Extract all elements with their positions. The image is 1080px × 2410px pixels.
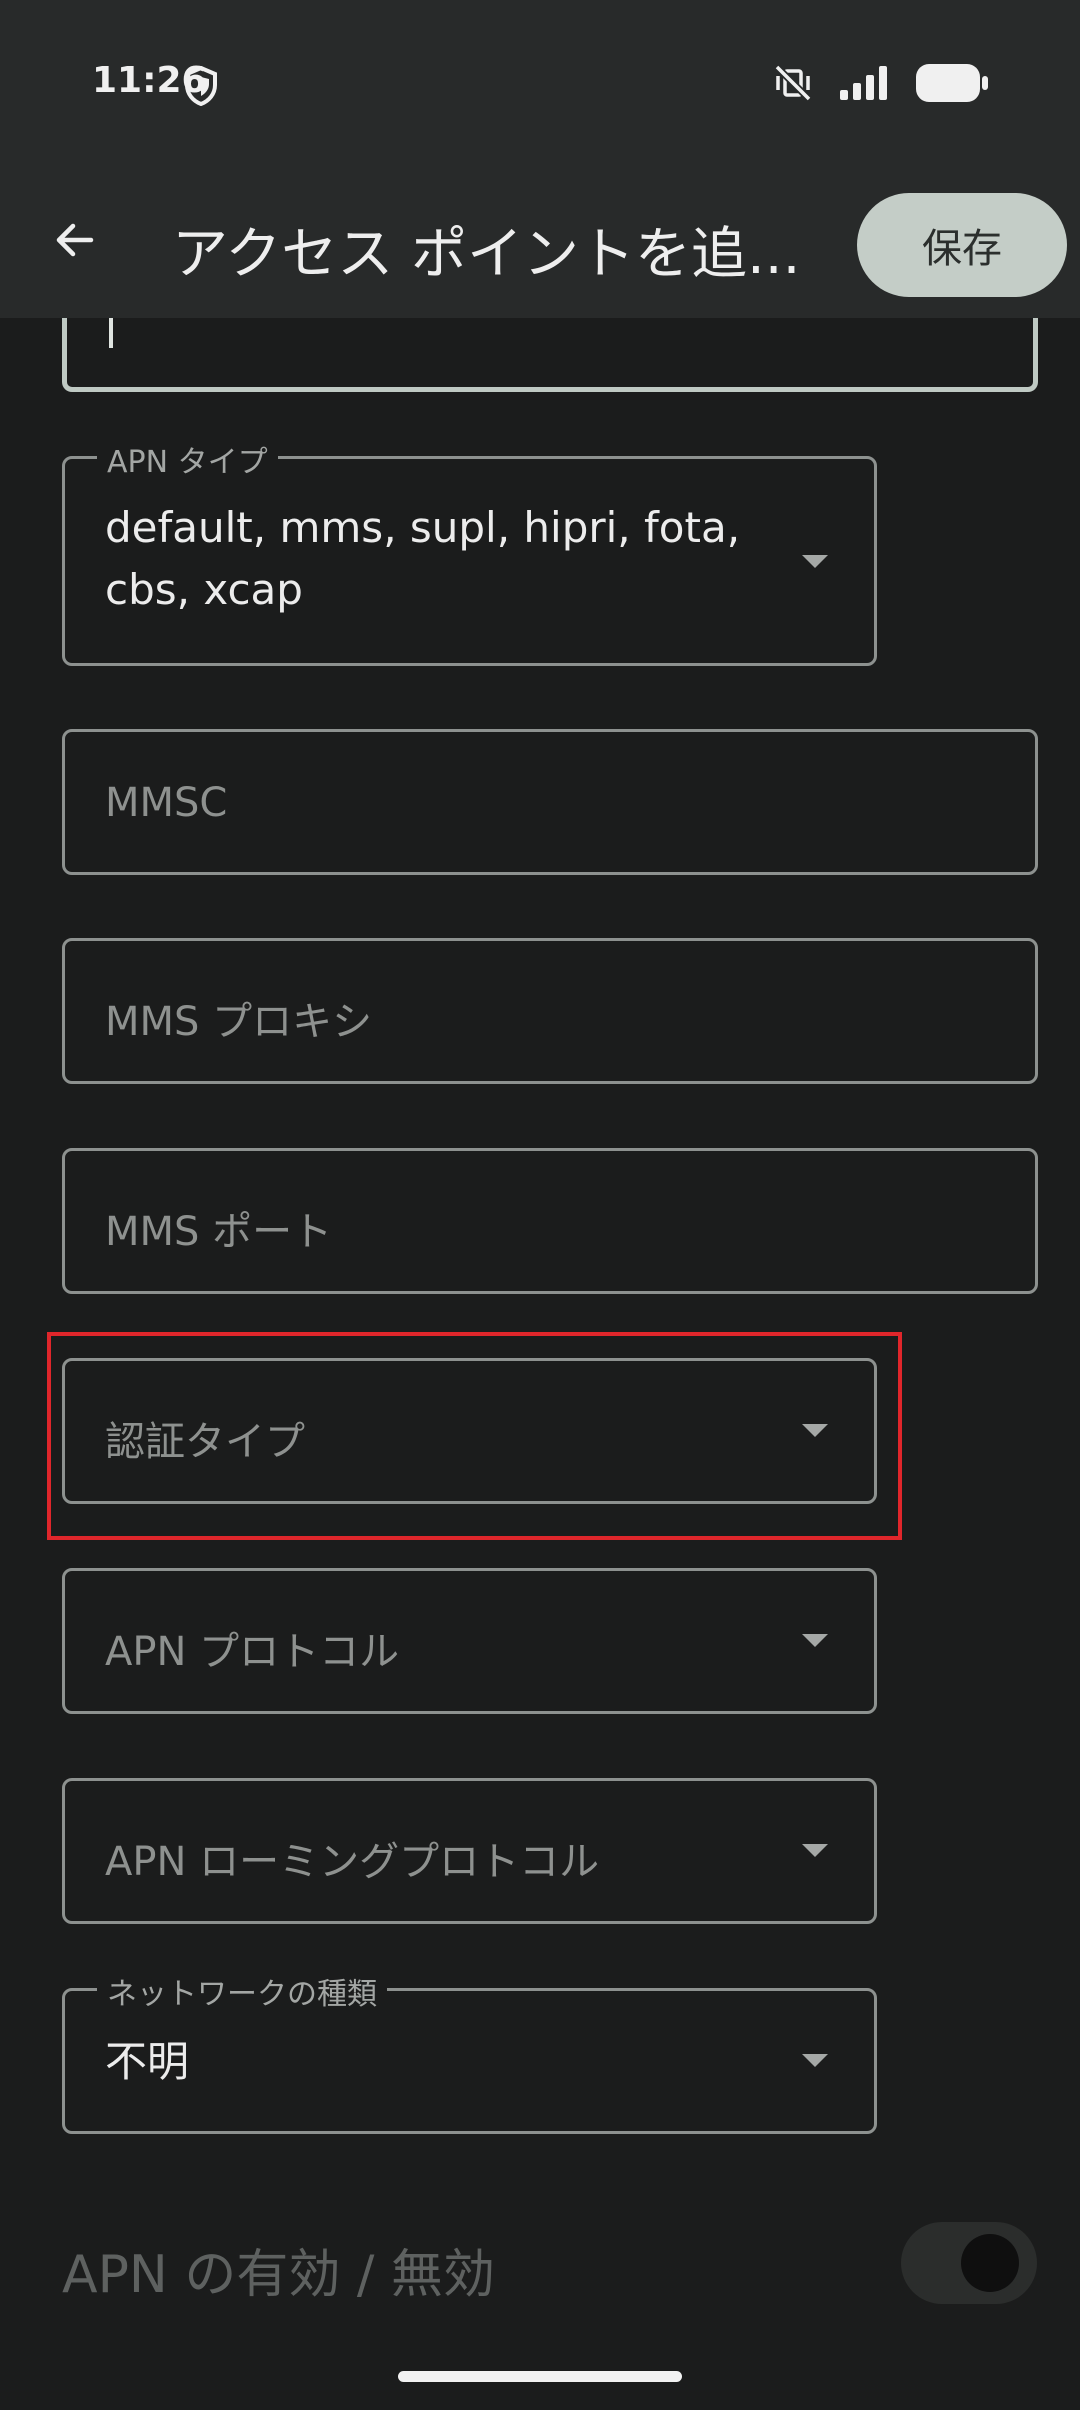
app-bar: アクセス ポイントを追... 保存 — [0, 175, 1080, 318]
mmsc-placeholder: MMSC — [105, 780, 228, 826]
dropdown-arrow-icon — [802, 1634, 828, 1647]
apn-type-value-line1: default, mms, supl, hipri, fota, — [105, 503, 741, 552]
dropdown-arrow-icon — [802, 1844, 828, 1857]
vibrate-off-icon — [774, 64, 812, 102]
network-type-value: 不明 — [105, 2037, 190, 2086]
mmsc-field[interactable]: MMSC — [62, 729, 1038, 875]
apn-protocol-placeholder: APN プロトコル — [105, 1629, 400, 1675]
save-button[interactable]: 保存 — [857, 193, 1067, 297]
text-cursor — [109, 318, 113, 348]
apn-enable-toggle[interactable] — [901, 2222, 1037, 2304]
status-icons — [774, 64, 988, 102]
dropdown-arrow-icon — [802, 555, 828, 568]
apn-type-label: APN タイプ — [97, 437, 278, 481]
home-indicator[interactable] — [398, 2371, 682, 2382]
shield-icon — [185, 66, 217, 106]
network-type-label: ネットワークの種類 — [97, 1969, 387, 2013]
mms-port-placeholder: MMS ポート — [105, 1209, 333, 1255]
signal-icon — [840, 66, 887, 100]
dropdown-arrow-icon — [802, 1424, 828, 1437]
apn-roaming-protocol-dropdown[interactable]: APN ローミングプロトコル — [62, 1778, 877, 1924]
network-type-dropdown[interactable]: ネットワークの種類 不明 — [62, 1969, 877, 2134]
apn-type-value: default, mms, supl, hipri, fota, cbs, xc… — [105, 497, 740, 621]
apn-type-dropdown[interactable]: APN タイプ default, mms, supl, hipri, fota,… — [62, 437, 877, 666]
apn-type-value-line2: cbs, xcap — [105, 565, 303, 614]
page-title: アクセス ポイントを追... — [172, 222, 801, 287]
arrow-back-icon — [56, 223, 94, 257]
apn-enable-label: APN の有効 / 無効 — [62, 2245, 495, 2305]
apn-editor-screen: 11:26 アクセス ポイントを追... 保存 APN タイプ default,… — [0, 0, 1080, 2410]
mms-proxy-placeholder: MMS プロキシ — [105, 999, 373, 1045]
toggle-thumb — [961, 2234, 1019, 2292]
apn-roaming-protocol-placeholder: APN ローミングプロトコル — [105, 1839, 600, 1885]
mms-proxy-field[interactable]: MMS プロキシ — [62, 938, 1038, 1084]
battery-icon — [916, 64, 988, 102]
text-field-focused[interactable] — [62, 316, 1038, 392]
dropdown-arrow-icon — [802, 2054, 828, 2067]
auth-type-dropdown[interactable]: 認証タイプ — [62, 1358, 877, 1504]
top-bar: 11:26 アクセス ポイントを追... 保存 — [0, 0, 1080, 318]
mms-port-field[interactable]: MMS ポート — [62, 1148, 1038, 1294]
apn-form: APN タイプ default, mms, supl, hipri, fota,… — [0, 316, 1080, 2410]
back-button[interactable] — [40, 205, 110, 275]
auth-type-placeholder: 認証タイプ — [105, 1419, 305, 1465]
apn-protocol-dropdown[interactable]: APN プロトコル — [62, 1568, 877, 1714]
status-bar: 11:26 — [0, 0, 1080, 175]
